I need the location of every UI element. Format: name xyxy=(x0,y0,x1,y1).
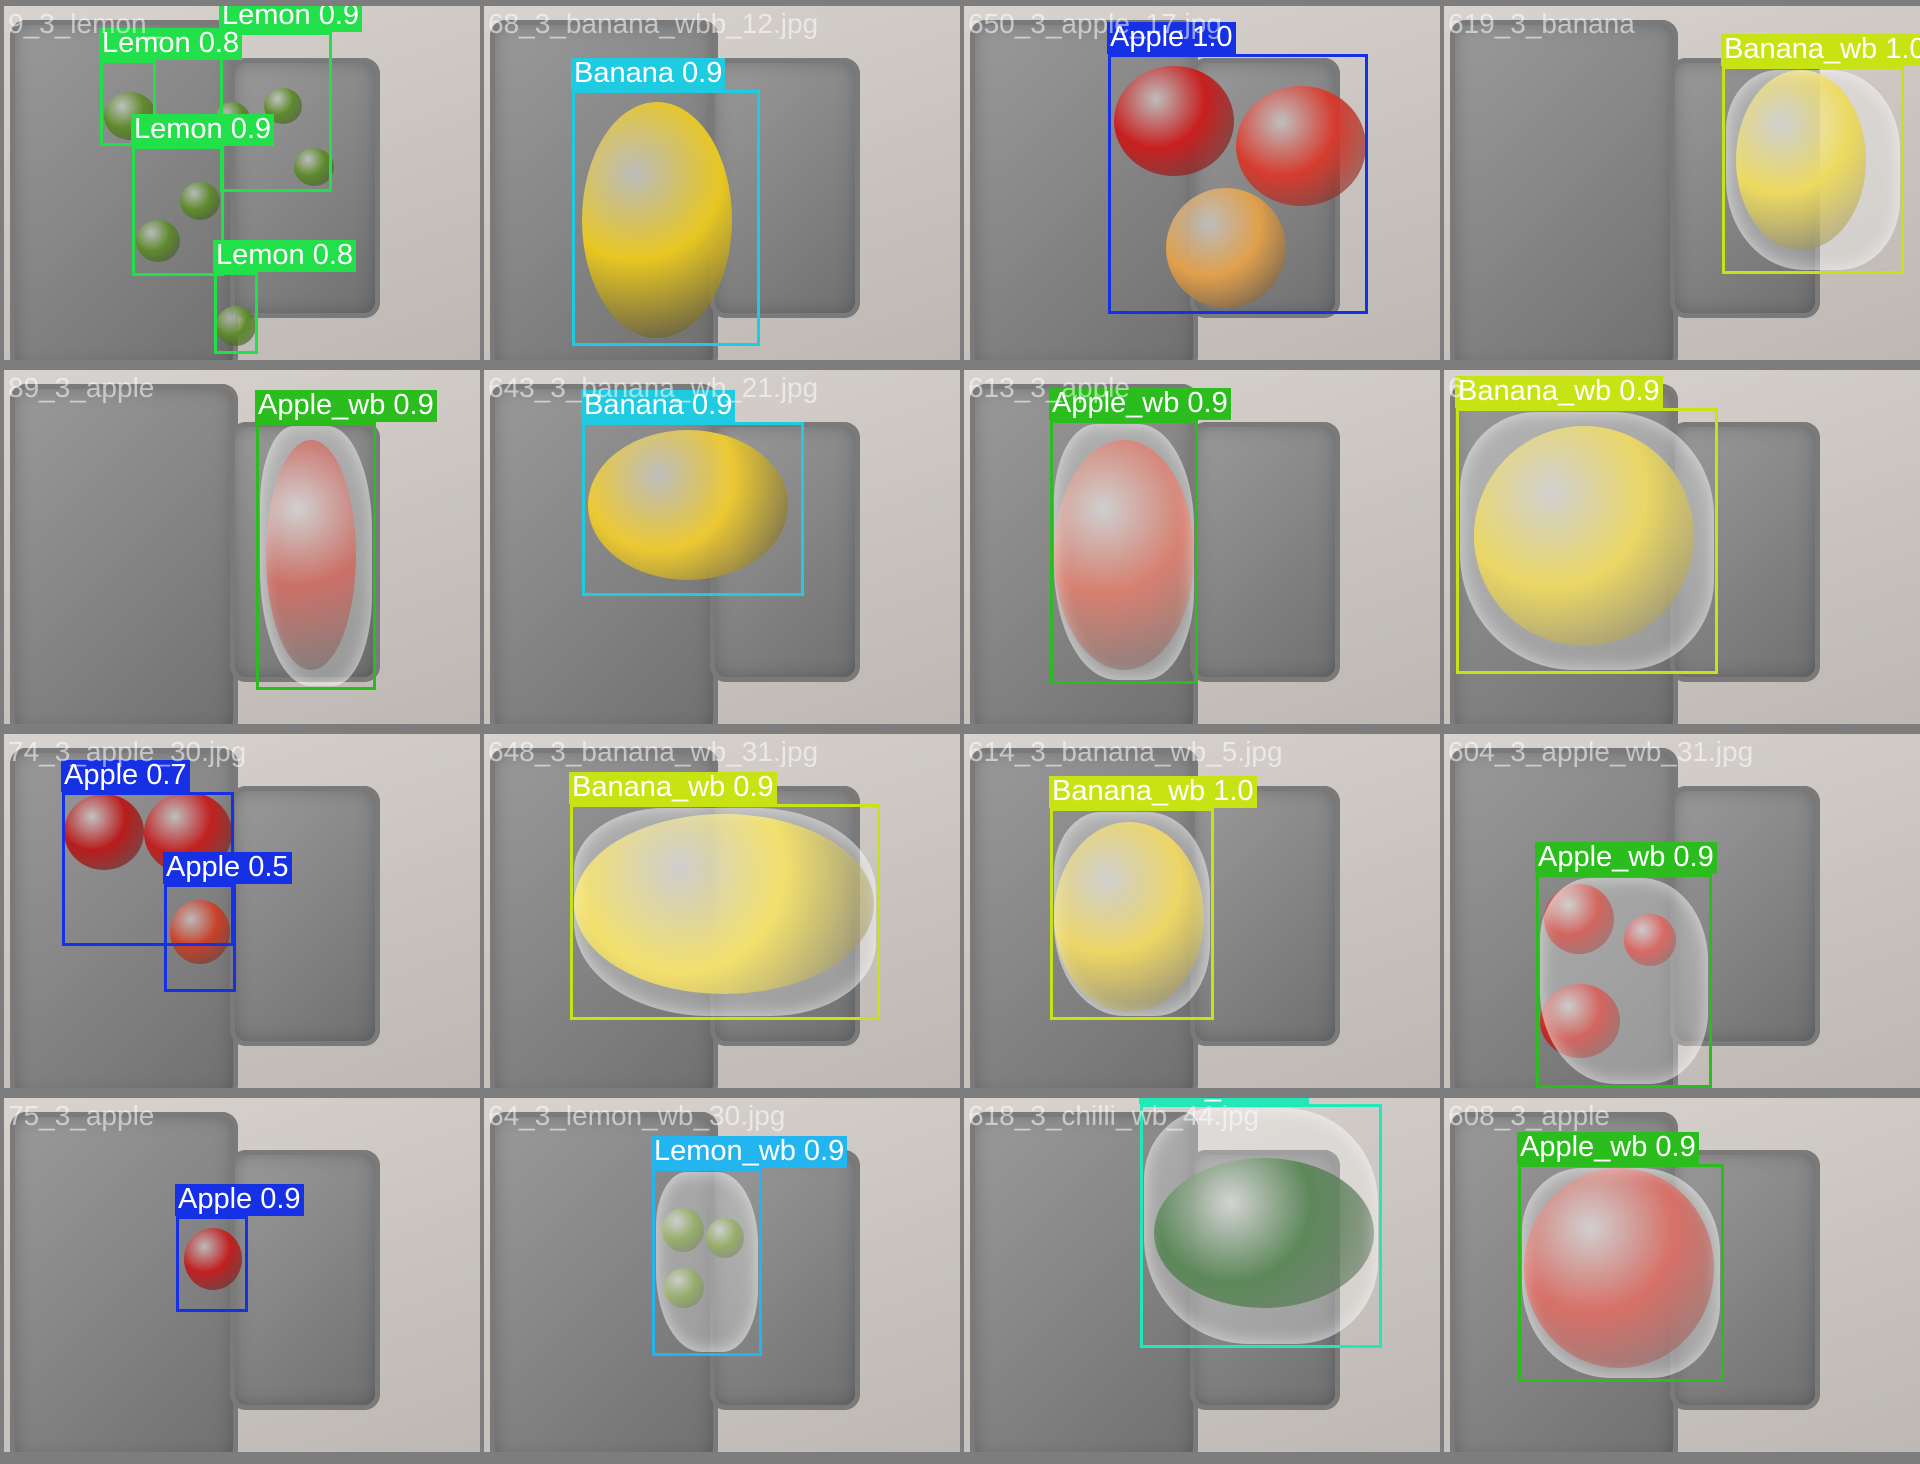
bounding-box xyxy=(176,1216,248,1312)
image-tile: 618_3_chilli_wb_44.jpgChilli_wb 0.9 xyxy=(964,1098,1440,1452)
detection-results-grid: 9_3_lemon_ Lemon 0.9 Lemon 0.8 Lemon 0.9 Lem… xyxy=(0,0,1920,1464)
image-filename: 608_3_apple xyxy=(1448,1100,1610,1131)
detection: Apple_wb 0.9 xyxy=(1517,1131,1724,1382)
detection-label: Apple_wb 0.9 xyxy=(1535,841,1717,874)
bounding-box xyxy=(132,146,224,276)
image-filename: 6 xyxy=(1448,372,1464,403)
image-tile: 619_3_banana Banana_wb 1.0 xyxy=(1444,6,1920,360)
detection-label: Lemon_wb 0.9 xyxy=(651,1135,848,1168)
baking-tray-left xyxy=(10,384,238,724)
image-filename: 650_3_apple_17.jpg xyxy=(968,8,1222,39)
baking-tray-right xyxy=(230,786,380,1046)
bounding-box xyxy=(1108,54,1368,314)
detection-label: Apple_wb 0.9 xyxy=(1517,1131,1699,1164)
image-tile: 604_3_apple_wb_31.jpg Apple_wb 0.9 xyxy=(1444,734,1920,1088)
bounding-box xyxy=(1536,874,1712,1088)
image-tile: 64_3_lemon_wb_30.jpg Lemon_wb 0.9 xyxy=(484,1098,960,1452)
detection: Banana 0.9 xyxy=(571,57,760,346)
detection: Lemon_wb 0.9 xyxy=(651,1135,848,1356)
image-filename: 75_3_apple xyxy=(8,1100,155,1131)
bounding-box xyxy=(1050,808,1214,1020)
bounding-box xyxy=(1518,1164,1724,1382)
bounding-box xyxy=(582,422,804,596)
detection: Banana_wb 0.9 xyxy=(1455,375,1718,674)
image-tile: 75_3_apple Apple 0.9 xyxy=(4,1098,480,1452)
image-tile: 6 Banana_wb 0.9 xyxy=(1444,370,1920,724)
bounding-box xyxy=(1050,420,1198,684)
detection: Apple 0.9 xyxy=(175,1183,304,1312)
image-filename: 604_3_apple_wb_31.jpg xyxy=(1448,736,1754,767)
detection: Lemon 0.8 xyxy=(213,239,357,354)
detection: Chilli_wb 0.9 xyxy=(1139,1098,1382,1348)
bounding-box xyxy=(652,1168,762,1356)
image-tile: 613_3_apple Apple_wb 0.9 xyxy=(964,370,1440,724)
bounding-box xyxy=(572,90,760,346)
image-filename: 619_3_banana xyxy=(1448,8,1635,39)
image-filename: 74_3_apple_30.jpg xyxy=(8,736,247,767)
bounding-box xyxy=(1140,1104,1382,1348)
bounding-box xyxy=(256,422,376,690)
detection: Banana_wb 1.0 xyxy=(1049,775,1257,1020)
detection-label: Banana_wb 0.9 xyxy=(1455,375,1663,408)
image-filename: 613_3_apple xyxy=(968,372,1130,403)
detection-label: Banana 0.9 xyxy=(571,57,726,90)
detection: Apple_wb 0.9 xyxy=(255,389,437,690)
detection-label: Banana_wb 1.0 xyxy=(1721,33,1920,66)
image-tile: 608_3_apple Apple_wb 0.9 xyxy=(1444,1098,1920,1452)
image-tile: 643_3_banana_wb_21.jpg Banana 0.9 xyxy=(484,370,960,724)
detection-label: Lemon 0.9 xyxy=(131,113,275,146)
detection: Banana_wb 1.0 xyxy=(1721,33,1920,274)
detection: Apple_wb 0.9 xyxy=(1049,387,1231,684)
bounding-box xyxy=(164,884,236,992)
baking-tray-left xyxy=(1450,20,1678,360)
image-tile: 614_3_banana_wb_5.jpg Banana_wb 1.0 xyxy=(964,734,1440,1088)
image-tile: 74_3_apple_30.jpg Apple 0.7 Apple 0.5 xyxy=(4,734,480,1088)
image-filename: 89_3_apple xyxy=(8,372,155,403)
bounding-box xyxy=(214,272,258,354)
image-filename: 648_3_banana_wb_31.jpg xyxy=(488,736,819,767)
image-filename: 614_3_banana_wb_5.jpg xyxy=(968,736,1283,767)
detection-label: Apple 0.5 xyxy=(163,851,292,884)
image-filename: 68_3_banana_wbb_12.jpg xyxy=(488,8,819,39)
image-filename: 618_3_chilli_wb_44.jpg xyxy=(968,1100,1260,1131)
image-tile: 648_3_banana_wb_31.jpg Banana_wb 0.9 xyxy=(484,734,960,1088)
image-tile: 68_3_banana_wbb_12.jpg Banana 0.9 xyxy=(484,6,960,360)
detection: Apple 1.0 xyxy=(1107,21,1368,314)
image-tile: 89_3_apple Apple_wb 0.9 xyxy=(4,370,480,724)
detection: Apple 0.5 xyxy=(163,851,292,992)
detection-label: Apple 0.9 xyxy=(175,1183,304,1216)
detection-label: Banana_wb 1.0 xyxy=(1049,775,1257,808)
bounding-box xyxy=(1722,66,1904,274)
detection: Banana 0.9 xyxy=(581,389,804,596)
detection-label: Banana_wb 0.9 xyxy=(569,771,777,804)
image-tile: 650_3_apple_17.jpg Apple 1.0 xyxy=(964,6,1440,360)
detection: Apple_wb 0.9 xyxy=(1535,841,1717,1088)
bounding-box xyxy=(1456,408,1718,674)
detection-label: Apple_wb 0.9 xyxy=(255,389,437,422)
detection-label: Lemon 0.8 xyxy=(213,239,357,272)
image-filename: 9_3_lemon_ xyxy=(8,8,163,39)
image-filename: 643_3_banana_wb_21.jpg xyxy=(488,372,819,403)
bounding-box xyxy=(570,804,880,1020)
baking-tray-right xyxy=(1190,422,1340,682)
image-filename: 64_3_lemon_wb_30.jpg xyxy=(488,1100,786,1131)
detection: Banana_wb 0.9 xyxy=(569,771,880,1020)
image-tile: 9_3_lemon_ Lemon 0.9 Lemon 0.8 Lemon 0.9 Lem… xyxy=(4,6,480,360)
detection: Lemon 0.9 xyxy=(131,113,275,276)
